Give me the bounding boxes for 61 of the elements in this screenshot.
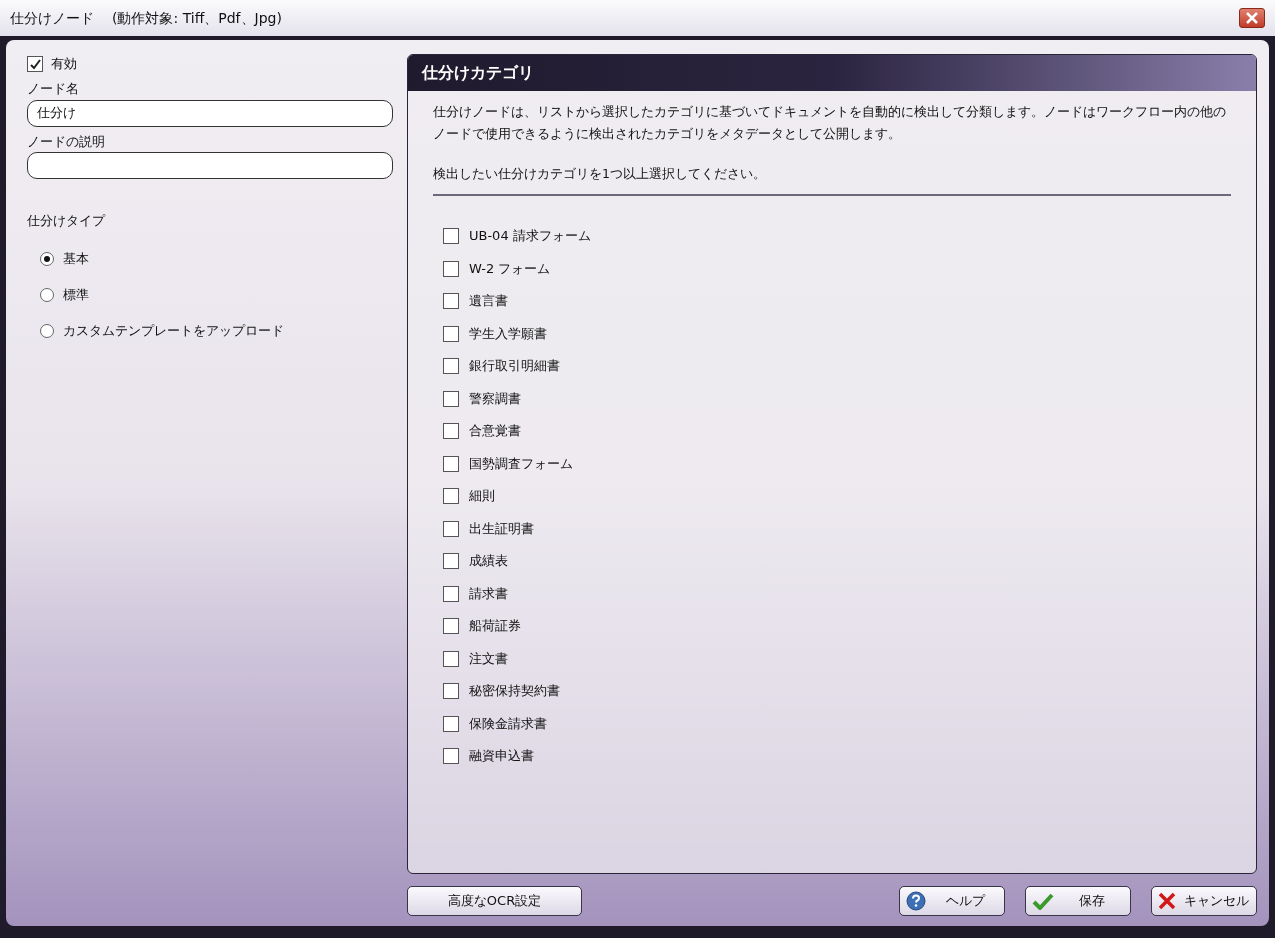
- category-label: 国勢調査フォーム: [469, 454, 573, 473]
- enabled-label: 有効: [51, 55, 77, 74]
- checkbox[interactable]: [443, 683, 459, 699]
- help-icon: [906, 891, 926, 911]
- checkbox[interactable]: [443, 748, 459, 764]
- category-label: UB-04 請求フォーム: [469, 227, 591, 246]
- category-label: 細則: [469, 487, 495, 506]
- help-button[interactable]: ヘルプ: [899, 886, 1005, 916]
- category-label: 請求書: [469, 584, 508, 603]
- save-button[interactable]: 保存: [1025, 886, 1131, 916]
- checkbox[interactable]: [443, 488, 459, 504]
- checkbox[interactable]: [443, 390, 459, 407]
- radio-label: カスタムテンプレートをアップロード: [63, 321, 284, 340]
- checkbox[interactable]: [443, 618, 459, 634]
- checkbox[interactable]: [443, 650, 459, 667]
- node-description-label: ノードの説明: [27, 132, 106, 151]
- category-label: 注文書: [469, 649, 508, 668]
- category-label: W-2 フォーム: [469, 259, 551, 278]
- radio-label: 標準: [63, 285, 89, 304]
- category-label: 秘密保持契約書: [469, 682, 560, 701]
- radio-button[interactable]: [40, 323, 54, 338]
- checkbox[interactable]: [443, 520, 459, 537]
- radio-button[interactable]: [40, 287, 54, 302]
- close-icon: [1158, 892, 1176, 910]
- cancel-button[interactable]: キャンセル: [1151, 886, 1257, 916]
- checkbox[interactable]: [443, 293, 459, 309]
- checkbox[interactable]: [27, 56, 43, 72]
- checkbox[interactable]: [443, 423, 459, 439]
- category-label: 合意覚書: [469, 422, 521, 441]
- node-description-field[interactable]: [27, 152, 393, 179]
- checkbox[interactable]: [443, 585, 459, 602]
- node-name-field[interactable]: 仕分け: [27, 99, 393, 127]
- ocr-settings-button[interactable]: 高度なOCR設定: [407, 886, 582, 916]
- panel-title: 仕分けカテゴリ: [422, 62, 534, 84]
- panel-description: 仕分けノードは、リストから選択したカテゴリに基づいてドキュメントを自動的に検出して分類します。ノードはワークフロー内の他のノードで使用できるように検出されたカテゴリをメタデータとして公開します。: [433, 103, 1227, 143]
- checkbox[interactable]: [443, 715, 459, 732]
- category-label: 銀行取引明細書: [469, 357, 560, 376]
- window-title: 仕分けノード: [10, 8, 94, 28]
- close-icon: [1246, 12, 1258, 24]
- sort-type-label: 仕分けタイプ: [27, 212, 107, 230]
- checkmark-icon: [1032, 892, 1054, 910]
- category-label: 出生証明書: [469, 519, 534, 538]
- close-button[interactable]: [1239, 8, 1265, 28]
- window-subtitle: (動作対象: Tiff、Pdf、Jpg): [112, 8, 282, 28]
- radio-label: 基本: [63, 249, 89, 268]
- checkbox[interactable]: [443, 455, 459, 472]
- checkbox[interactable]: [443, 260, 459, 277]
- category-label: 船荷証券: [469, 617, 521, 636]
- radio-button[interactable]: [40, 251, 54, 266]
- node-name-label: ノード名: [27, 80, 80, 98]
- checkbox[interactable]: [443, 358, 459, 374]
- category-label: 警察調書: [469, 389, 521, 408]
- checkbox[interactable]: [443, 553, 459, 569]
- checkbox[interactable]: [443, 228, 459, 244]
- category-label: 成績表: [469, 552, 508, 571]
- category-label: 融資申込書: [469, 747, 534, 766]
- category-label: 学生入学願書: [469, 324, 547, 343]
- panel-instruction: 検出したい仕分けカテゴリを1つ以上選択してください。: [433, 165, 767, 183]
- category-label: 遺言書: [469, 292, 508, 311]
- checkbox[interactable]: [443, 325, 459, 342]
- category-label: 保険金請求書: [469, 714, 547, 733]
